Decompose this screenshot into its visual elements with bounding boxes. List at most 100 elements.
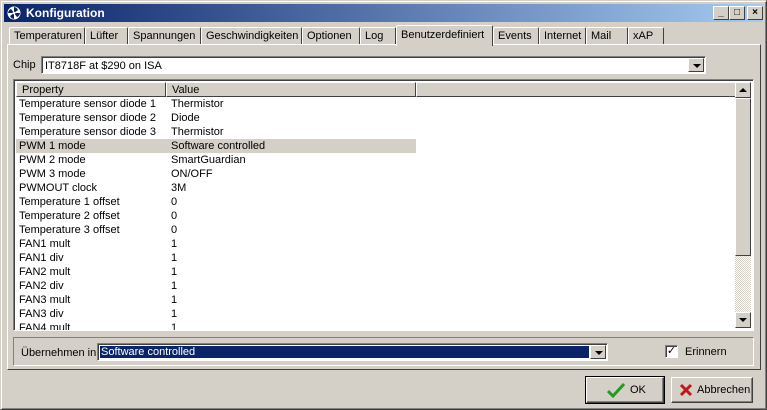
value-cell: 1 bbox=[171, 280, 178, 292]
maximize-button[interactable]: □ bbox=[729, 6, 745, 20]
value-cell: 1 bbox=[171, 266, 178, 278]
tab-optionen[interactable]: Optionen bbox=[302, 27, 360, 44]
tab-label: Optionen bbox=[307, 30, 352, 42]
property-cell: Temperature sensor diode 1 bbox=[19, 98, 156, 110]
value-cell: 1 bbox=[171, 322, 178, 331]
chevron-down-icon bbox=[595, 351, 603, 355]
table-row[interactable]: FAN3 mult 1 bbox=[16, 293, 738, 307]
tab-label: xAP bbox=[633, 30, 654, 42]
value-cell: 1 bbox=[171, 238, 178, 250]
chip-select[interactable]: IT8718F at $290 on ISA bbox=[41, 56, 706, 74]
property-cell: PWM 3 mode bbox=[19, 168, 86, 180]
tab-luefter[interactable]: Lüfter bbox=[85, 27, 128, 44]
close-icon: × bbox=[752, 7, 758, 18]
value-cell: ON/OFF bbox=[171, 168, 213, 180]
apply-dropdown-button[interactable] bbox=[590, 345, 606, 359]
table-row[interactable]: Temperature sensor diode 2 Diode bbox=[16, 111, 738, 125]
table-row[interactable]: FAN1 mult 1 bbox=[16, 237, 738, 251]
fan-icon bbox=[7, 6, 21, 20]
property-cell: Temperature 3 offset bbox=[19, 224, 120, 236]
property-cell: Temperature sensor diode 3 bbox=[19, 126, 156, 138]
maximize-icon: □ bbox=[733, 7, 741, 18]
table-row[interactable]: PWM 3 mode ON/OFF bbox=[16, 167, 738, 181]
apply-select[interactable]: Software controlled bbox=[97, 343, 608, 361]
minimize-icon: _ bbox=[718, 7, 724, 18]
table-row[interactable]: Temperature 2 offset 0 bbox=[16, 209, 738, 223]
table-row[interactable]: PWMOUT clock 3M bbox=[16, 181, 738, 195]
close-button[interactable]: × bbox=[747, 6, 763, 20]
table-row[interactable]: FAN2 mult 1 bbox=[16, 265, 738, 279]
tab-events[interactable]: Events bbox=[493, 27, 539, 44]
value-cell: Software controlled bbox=[168, 139, 416, 153]
tab-benutzerdefiniert[interactable]: Benutzerdefiniert bbox=[396, 25, 493, 46]
table-row[interactable]: PWM 2 mode SmartGuardian bbox=[16, 153, 738, 167]
tab-xap[interactable]: xAP bbox=[628, 27, 664, 44]
tab-temperaturen[interactable]: Temperaturen bbox=[9, 27, 85, 44]
chip-label: Chip bbox=[13, 59, 36, 71]
tab-internet[interactable]: Internet bbox=[539, 27, 586, 44]
table-row[interactable]: Temperature 3 offset 0 bbox=[16, 223, 738, 237]
check-icon: ✓ bbox=[666, 345, 677, 357]
scroll-thumb[interactable] bbox=[735, 98, 751, 256]
tab-label: Log bbox=[365, 30, 384, 42]
value-cell: 0 bbox=[171, 196, 178, 208]
ok-label: OK bbox=[630, 384, 646, 396]
property-list[interactable]: Property Value Temperature sensor diode … bbox=[13, 79, 754, 331]
check-icon bbox=[607, 382, 625, 398]
tab-label: Spannungen bbox=[133, 30, 196, 42]
title-bar[interactable]: Konfiguration _ □ × bbox=[4, 4, 763, 22]
arrow-up-icon bbox=[739, 88, 747, 92]
tab-mail[interactable]: Mail bbox=[586, 27, 628, 44]
value-cell: 0 bbox=[171, 224, 178, 236]
table-row[interactable]: FAN4 mult 1 bbox=[16, 321, 738, 331]
table-row[interactable]: FAN3 div 1 bbox=[16, 307, 738, 321]
remember-label: Erinnern bbox=[685, 346, 727, 358]
ok-button[interactable]: OK bbox=[585, 376, 665, 404]
scroll-down-button[interactable] bbox=[735, 312, 751, 328]
tab-label: Internet bbox=[544, 30, 582, 42]
tab-label: Benutzerdefiniert bbox=[401, 29, 485, 41]
chip-value: IT8718F at $290 on ISA bbox=[45, 60, 162, 72]
remember-checkbox[interactable]: ✓ bbox=[665, 345, 678, 358]
value-cell: 3M bbox=[171, 182, 187, 194]
window-title: Konfiguration bbox=[26, 6, 105, 20]
table-row[interactable]: Temperature sensor diode 3 Thermistor bbox=[16, 125, 738, 139]
table-row[interactable]: PWM 1 mode Software controlled bbox=[16, 139, 738, 153]
table-row[interactable]: FAN2 div 1 bbox=[16, 279, 738, 293]
property-rows: Temperature sensor diode 1 Thermistor Temp… bbox=[16, 97, 738, 331]
property-cell: FAN3 div bbox=[19, 308, 64, 320]
property-cell: Temperature 1 offset bbox=[19, 196, 120, 208]
column-header-label: Value bbox=[172, 84, 200, 96]
value-cell: SmartGuardian bbox=[171, 154, 246, 166]
column-header-empty[interactable] bbox=[416, 82, 737, 97]
tab-label: Mail bbox=[591, 30, 612, 42]
value-cell: 1 bbox=[171, 294, 178, 306]
table-row[interactable]: Temperature 1 offset 0 bbox=[16, 195, 738, 209]
column-header-property[interactable]: Property bbox=[16, 82, 166, 97]
table-row[interactable]: FAN1 div 1 bbox=[16, 251, 738, 265]
column-header-label: Property bbox=[22, 84, 64, 96]
value-cell: 1 bbox=[171, 308, 178, 320]
value-cell: 0 bbox=[171, 210, 178, 222]
property-cell: FAN4 mult bbox=[19, 322, 71, 331]
vertical-scrollbar[interactable] bbox=[735, 82, 751, 328]
tab-spannungen[interactable]: Spannungen bbox=[128, 27, 201, 44]
tab-geschwindigkeiten[interactable]: Geschwindigkeiten bbox=[201, 27, 302, 44]
value-cell: Thermistor bbox=[171, 98, 224, 110]
tab-label: Geschwindigkeiten bbox=[206, 30, 299, 42]
column-header-value[interactable]: Value bbox=[166, 82, 416, 97]
minimize-button[interactable]: _ bbox=[713, 6, 729, 20]
cancel-label: Abbrechen bbox=[697, 384, 751, 396]
cancel-button[interactable]: Abbrechen bbox=[671, 377, 753, 403]
value-cell: 1 bbox=[171, 252, 178, 264]
property-cell: Temperature sensor diode 2 bbox=[19, 112, 156, 124]
scroll-up-button[interactable] bbox=[735, 82, 751, 98]
tab-log[interactable]: Log bbox=[360, 27, 396, 44]
chevron-down-icon bbox=[693, 64, 701, 68]
table-row[interactable]: Temperature sensor diode 1 Thermistor bbox=[16, 97, 738, 111]
property-cell: PWMOUT clock bbox=[19, 182, 98, 194]
property-cell: Temperature 2 offset bbox=[19, 210, 120, 222]
property-cell: PWM 1 mode bbox=[16, 139, 170, 153]
chip-dropdown-button[interactable] bbox=[688, 58, 704, 72]
value-cell: Thermistor bbox=[171, 126, 224, 138]
